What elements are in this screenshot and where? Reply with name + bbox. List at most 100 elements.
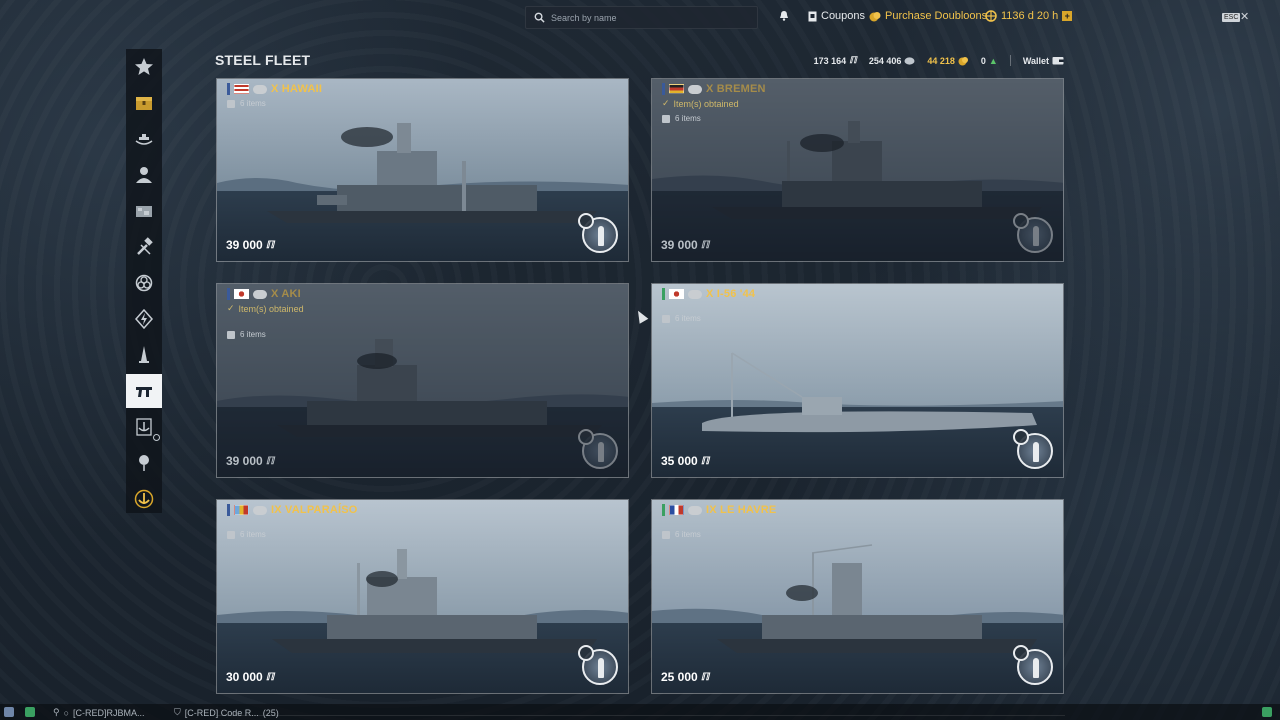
ship-card-le-havre[interactable]: IX LE HAVRE 6 items 25 000 ℿ (651, 499, 1064, 694)
bundle-emblem-icon (1013, 645, 1053, 685)
submarine-image (702, 352, 1037, 433)
price-value: 39 000 (226, 454, 263, 468)
add-premium-icon[interactable]: + (1062, 11, 1073, 21)
obtained-status: ✓ Item(s) obtained (227, 303, 304, 314)
steel-balance: 173 164 ℿ (814, 55, 857, 66)
bundle-emblem-icon (1013, 429, 1053, 469)
steel-currency-icon: ℿ (700, 455, 710, 467)
price-value: 30 000 (226, 670, 263, 684)
battleship-image (277, 339, 602, 437)
clan-channel[interactable]: ⛉ [C-RED] Code R... (25) (174, 707, 279, 718)
clan-channel-name: [C-RED] Code R... (184, 707, 259, 718)
hammer-icon (137, 237, 153, 255)
battleship-image (267, 123, 597, 223)
player-channel[interactable]: ⚲ ○ [C-RED]RJBMA... (53, 707, 145, 718)
sidebar-item-boosters[interactable] (126, 302, 162, 336)
ship-class-icon (253, 505, 267, 515)
sidebar-item-clan[interactable] (126, 410, 162, 444)
doubloon-icon (869, 11, 881, 21)
research-icon (139, 346, 149, 363)
ship-class-icon (253, 289, 267, 299)
price: 30 000 ℿ (226, 670, 274, 684)
items-count: 6 items (662, 114, 701, 123)
star-icon (135, 58, 153, 75)
premium-icon (985, 10, 997, 22)
sidebar-item-research[interactable] (126, 338, 162, 372)
japan-flag-icon (669, 289, 684, 299)
ship-card-i56[interactable]: X I-56 '44 6 items 35 000 ℿ (651, 283, 1064, 478)
doubloons-value: 44 218 (927, 55, 955, 66)
division-button[interactable] (4, 707, 14, 717)
sidebar-item-featured[interactable] (126, 50, 162, 84)
notifications-button[interactable] (779, 10, 789, 21)
bundle-emblem-icon (1013, 213, 1053, 253)
search-box[interactable] (525, 6, 758, 29)
hills (652, 175, 1063, 197)
ship-card-valparaiso[interactable]: IX VALPARAÍSO 6 items 30 000 ℿ (216, 499, 629, 694)
divider (1009, 55, 1011, 66)
exp-balance: 0 ▲ (981, 56, 998, 66)
cube-icon (227, 530, 235, 539)
items-count: 6 items (227, 330, 266, 339)
items-label: 6 items (675, 314, 701, 323)
sidebar-item-signals[interactable] (126, 266, 162, 300)
price-value: 39 000 (661, 238, 698, 252)
doubloons-icon (958, 56, 968, 65)
purchase-doubloons-button[interactable]: Purchase Doubloons (869, 10, 987, 22)
bundle-emblem-icon (578, 645, 618, 685)
ship-name: X AKI (271, 288, 301, 300)
sea (652, 191, 1063, 261)
sidebar-item-anchor[interactable] (126, 482, 162, 516)
ship-card-bremen[interactable]: X BREMEN ✓ Item(s) obtained 6 items 39 0… (651, 78, 1064, 262)
steel-currency-icon: ℿ (265, 671, 275, 683)
exp-icon: ▲ (988, 55, 998, 66)
japan-flag-icon (234, 289, 249, 299)
esc-key-label: ESC (1222, 13, 1241, 22)
ship-name: X BREMEN (706, 83, 766, 95)
exp-value: 0 (980, 55, 986, 66)
sidebar-item-containers[interactable] (126, 86, 162, 120)
ship-card-hawaii[interactable]: X HAWAII 6 items 39 000 ℿ (216, 78, 629, 262)
ship-name: X HAWAII (271, 83, 323, 95)
price-value: 25 000 (661, 670, 698, 684)
check-icon: ✓ (662, 98, 670, 108)
tier-marker (662, 504, 665, 516)
chest-icon (136, 97, 152, 110)
chat-button[interactable] (25, 707, 35, 717)
clan-anchor-icon (136, 418, 152, 436)
germany-flag-icon (669, 84, 684, 94)
close-button[interactable]: ✕ (1240, 10, 1249, 23)
sidebar-item-camouflage[interactable] (126, 194, 162, 228)
search-icon (534, 12, 545, 23)
cube-icon (227, 330, 235, 339)
search-input[interactable] (551, 12, 741, 23)
card-header: IX LE HAVRE (662, 504, 776, 516)
purchase-doubloons-label: Purchase Doubloons (885, 10, 988, 22)
sidebar-item-ships[interactable] (126, 122, 162, 156)
hills (217, 394, 628, 413)
check-icon: ✓ (227, 303, 235, 313)
ship-class-icon (688, 505, 702, 515)
doubloons-balance: 44 218 (927, 56, 969, 66)
sidebar-item-commanders[interactable] (126, 158, 162, 192)
price-value: 35 000 (661, 454, 698, 468)
ship-name: X I-56 '44 (706, 288, 756, 300)
premium-time-button[interactable]: 1136 d 20 h + (985, 10, 1073, 22)
items-label: 6 items (240, 330, 266, 339)
ship-card-aki[interactable]: X AKI ✓ Item(s) obtained 6 items 39 000 … (216, 283, 629, 478)
sidebar-item-upgrades[interactable] (126, 230, 162, 264)
notifications-tray-button[interactable] (1262, 707, 1272, 717)
card-header: X HAWAII (227, 83, 322, 95)
online-dot-icon: ○ (63, 707, 70, 718)
sidebar-item-ranked[interactable] (126, 446, 162, 480)
ship-class-icon (253, 84, 267, 94)
bottom-bar: ⚲ ○ [C-RED]RJBMA... ⛉ [C-RED] Code R... … (0, 704, 1280, 720)
coal-value: 254 406 (868, 55, 902, 66)
coupons-button[interactable]: Coupons (808, 10, 865, 22)
price: 39 000 ℿ (661, 238, 709, 252)
wallet-button[interactable]: Wallet (1023, 56, 1064, 66)
items-count: 6 items (662, 314, 701, 323)
steel-icon (136, 387, 152, 397)
sidebar-item-steel[interactable] (126, 374, 162, 408)
sea (217, 407, 628, 477)
